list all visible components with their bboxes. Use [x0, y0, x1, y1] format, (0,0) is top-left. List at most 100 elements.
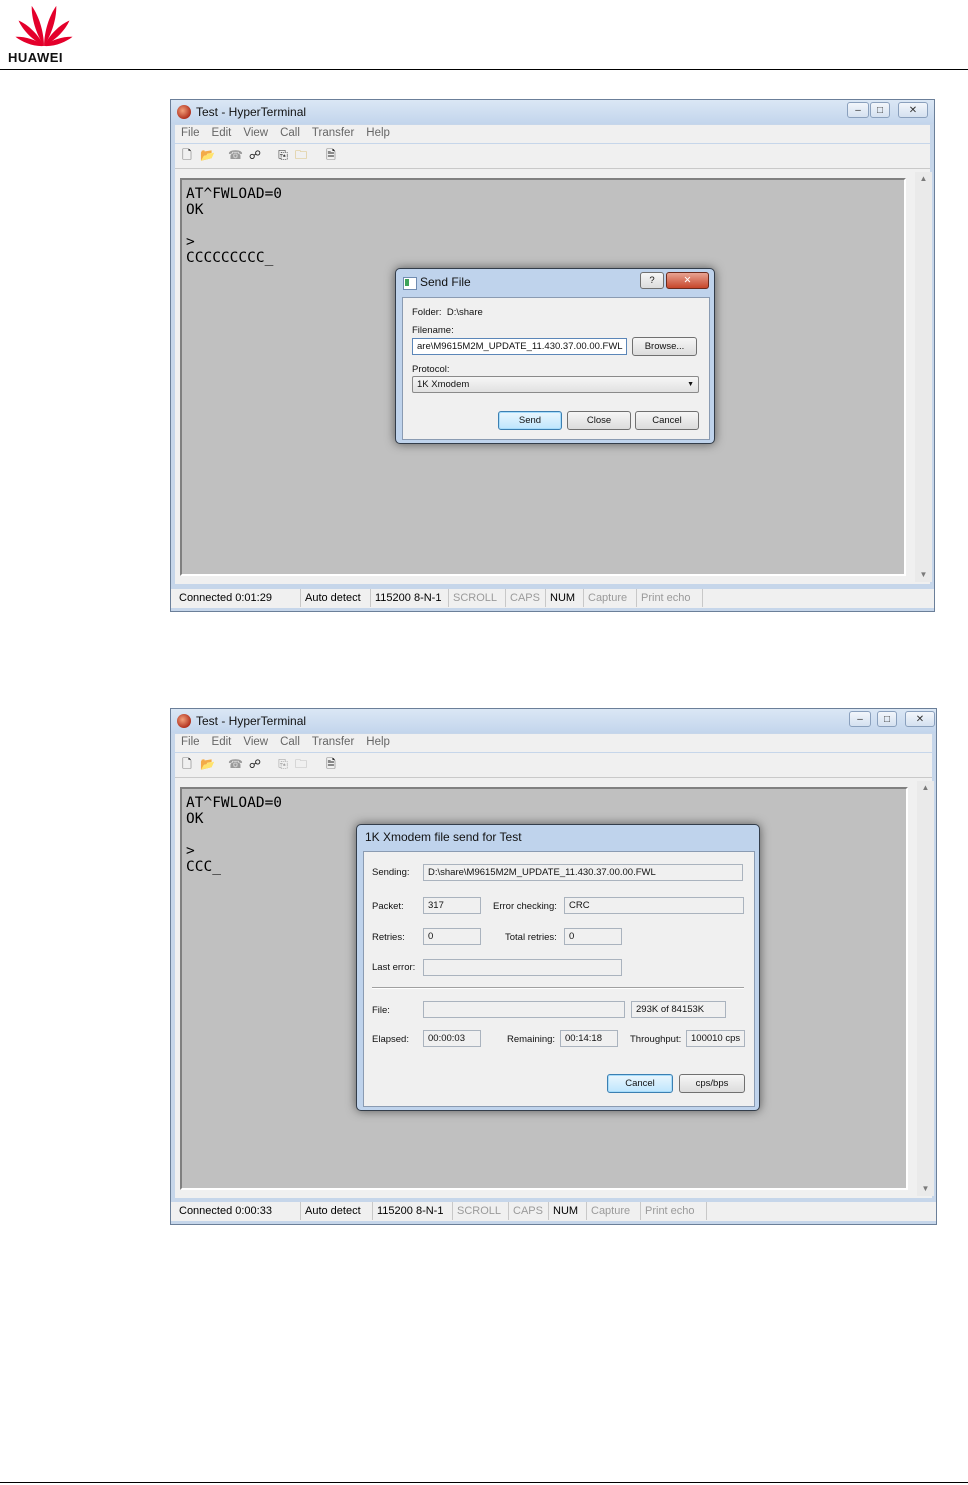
filename-input[interactable]: are\M9615M2M_UPDATE_11.430.37.00.00.FWL	[412, 338, 627, 355]
separator	[372, 987, 744, 989]
dialog-body: Sending: D:\share\M9615M2M_UPDATE_11.430…	[363, 851, 755, 1107]
status-capture: Capture	[587, 1202, 641, 1220]
browse-button[interactable]: Browse...	[632, 337, 697, 356]
menu-file[interactable]: File	[175, 734, 206, 748]
window-title: Test - HyperTerminal	[196, 105, 307, 119]
status-detect: Auto detect	[301, 589, 371, 607]
vertical-scrollbar[interactable]: ▲ ▼	[917, 781, 934, 1196]
phone-icon[interactable]: ☎	[228, 757, 243, 771]
scroll-up-icon[interactable]: ▲	[915, 172, 932, 186]
error-checking-label: Error checking:	[493, 901, 557, 912]
protocol-label: Protocol:	[412, 364, 450, 375]
cps-bps-button[interactable]: cps/bps	[679, 1074, 745, 1093]
menu-transfer[interactable]: Transfer	[306, 125, 360, 139]
file-progress-text: 293K of 84153K	[631, 1001, 726, 1018]
status-bar: Connected 0:01:29 Auto detect 115200 8-N…	[171, 589, 934, 608]
remaining-label: Remaining:	[507, 1034, 556, 1045]
menu-help[interactable]: Help	[360, 734, 396, 748]
xmodem-transfer-dialog: 1K Xmodem file send for Test Sending: D:…	[356, 824, 760, 1111]
properties-icon[interactable]: 🗎	[324, 148, 338, 162]
dialog-window-icon	[403, 277, 417, 290]
menu-edit[interactable]: Edit	[206, 734, 238, 748]
phone-icon[interactable]: ☎	[228, 148, 243, 162]
minimize-button[interactable]: –	[849, 711, 871, 727]
scroll-up-icon[interactable]: ▲	[917, 781, 934, 795]
status-connected: Connected 0:01:29	[175, 589, 301, 607]
status-scroll: SCROLL	[453, 1202, 509, 1220]
dialog-title: 1K Xmodem file send for Test	[365, 830, 522, 844]
menu-view[interactable]: View	[237, 125, 274, 139]
status-num: NUM	[546, 589, 584, 607]
hyperterminal-app-icon	[177, 714, 191, 728]
throughput-label: Throughput:	[630, 1034, 682, 1045]
window-title: Test - HyperTerminal	[196, 714, 307, 728]
restore-button[interactable]: □	[870, 102, 890, 118]
send-file-dialog: Send File ? ✕ Folder: D:\share Filename:…	[395, 268, 715, 444]
cancel-button[interactable]: Cancel	[607, 1074, 673, 1093]
vertical-scrollbar[interactable]: ▲ ▼	[915, 172, 932, 582]
help-button[interactable]: ?	[640, 272, 664, 289]
filename-label: Filename:	[412, 325, 454, 336]
packet-value: 317	[423, 897, 481, 914]
status-num: NUM	[549, 1202, 587, 1220]
new-document-icon[interactable]: 🗋	[180, 148, 194, 162]
title-bar[interactable]: Test - HyperTerminal – □ ✕	[171, 100, 934, 124]
status-scroll: SCROLL	[449, 589, 506, 607]
remaining-value: 00:14:18	[560, 1030, 618, 1047]
elapsed-label: Elapsed:	[372, 1034, 409, 1045]
protocol-value: 1K Xmodem	[417, 379, 470, 390]
file-progress-bar	[423, 1001, 625, 1018]
scroll-down-icon[interactable]: ▼	[915, 568, 932, 582]
close-button[interactable]: Close	[567, 411, 631, 430]
retries-label: Retries:	[372, 932, 405, 943]
dialog-close-button[interactable]: ✕	[666, 272, 709, 289]
file-label: File:	[372, 1005, 390, 1016]
menu-view[interactable]: View	[237, 734, 274, 748]
close-button[interactable]: ✕	[898, 102, 928, 118]
elapsed-value: 00:00:03	[423, 1030, 481, 1047]
packet-label: Packet:	[372, 901, 404, 912]
restore-button[interactable]: □	[877, 711, 897, 727]
cancel-button[interactable]: Cancel	[635, 411, 699, 430]
status-settings: 115200 8-N-1	[371, 589, 449, 607]
status-connected: Connected 0:00:33	[175, 1202, 301, 1220]
send-icon[interactable]: ⎘	[276, 757, 290, 771]
sending-label: Sending:	[372, 867, 410, 878]
open-folder-icon[interactable]: 📂	[200, 757, 215, 771]
toolbar: 🗋 📂 ☎ ☍ ⎘ 🗀 🗎	[175, 753, 932, 778]
open-folder-icon[interactable]: 📂	[200, 148, 215, 162]
hyperterminal-app-icon	[177, 105, 191, 119]
menu-file[interactable]: File	[175, 125, 206, 139]
close-button[interactable]: ✕	[905, 711, 935, 727]
receive-icon[interactable]: 🗀	[294, 757, 308, 771]
menu-call[interactable]: Call	[274, 125, 306, 139]
status-caps: CAPS	[506, 589, 546, 607]
disconnect-icon[interactable]: ☍	[248, 757, 262, 771]
properties-icon[interactable]: 🗎	[324, 757, 338, 771]
menu-edit[interactable]: Edit	[206, 125, 238, 139]
send-button[interactable]: Send	[498, 411, 562, 430]
receive-icon[interactable]: 🗀	[294, 148, 308, 162]
dropdown-arrow-icon: ▼	[687, 381, 694, 388]
last-error-value	[423, 959, 622, 976]
protocol-select[interactable]: 1K Xmodem ▼	[412, 376, 699, 393]
footer-rule	[0, 1482, 968, 1483]
terminal-output: AT^FWLOAD=0 OK > CCCCCCCCC_	[186, 186, 283, 266]
menu-help[interactable]: Help	[360, 125, 396, 139]
minimize-button[interactable]: –	[847, 102, 869, 118]
disconnect-icon[interactable]: ☍	[248, 148, 262, 162]
dialog-body: Folder: D:\share Filename: are\M9615M2M_…	[402, 297, 710, 440]
folder-value: D:\share	[446, 307, 483, 318]
title-bar[interactable]: Test - HyperTerminal – □ ✕	[171, 709, 936, 733]
total-retries-label: Total retries:	[505, 932, 557, 943]
status-bar: Connected 0:00:33 Auto detect 115200 8-N…	[171, 1202, 936, 1221]
status-capture: Capture	[584, 589, 637, 607]
send-icon[interactable]: ⎘	[276, 148, 290, 162]
new-document-icon[interactable]: 🗋	[180, 757, 194, 771]
scroll-down-icon[interactable]: ▼	[917, 1182, 934, 1196]
menu-transfer[interactable]: Transfer	[306, 734, 360, 748]
dialog-title: Send File	[420, 275, 471, 289]
last-error-label: Last error:	[372, 962, 416, 973]
sending-value: D:\share\M9615M2M_UPDATE_11.430.37.00.00…	[423, 864, 743, 881]
menu-call[interactable]: Call	[274, 734, 306, 748]
